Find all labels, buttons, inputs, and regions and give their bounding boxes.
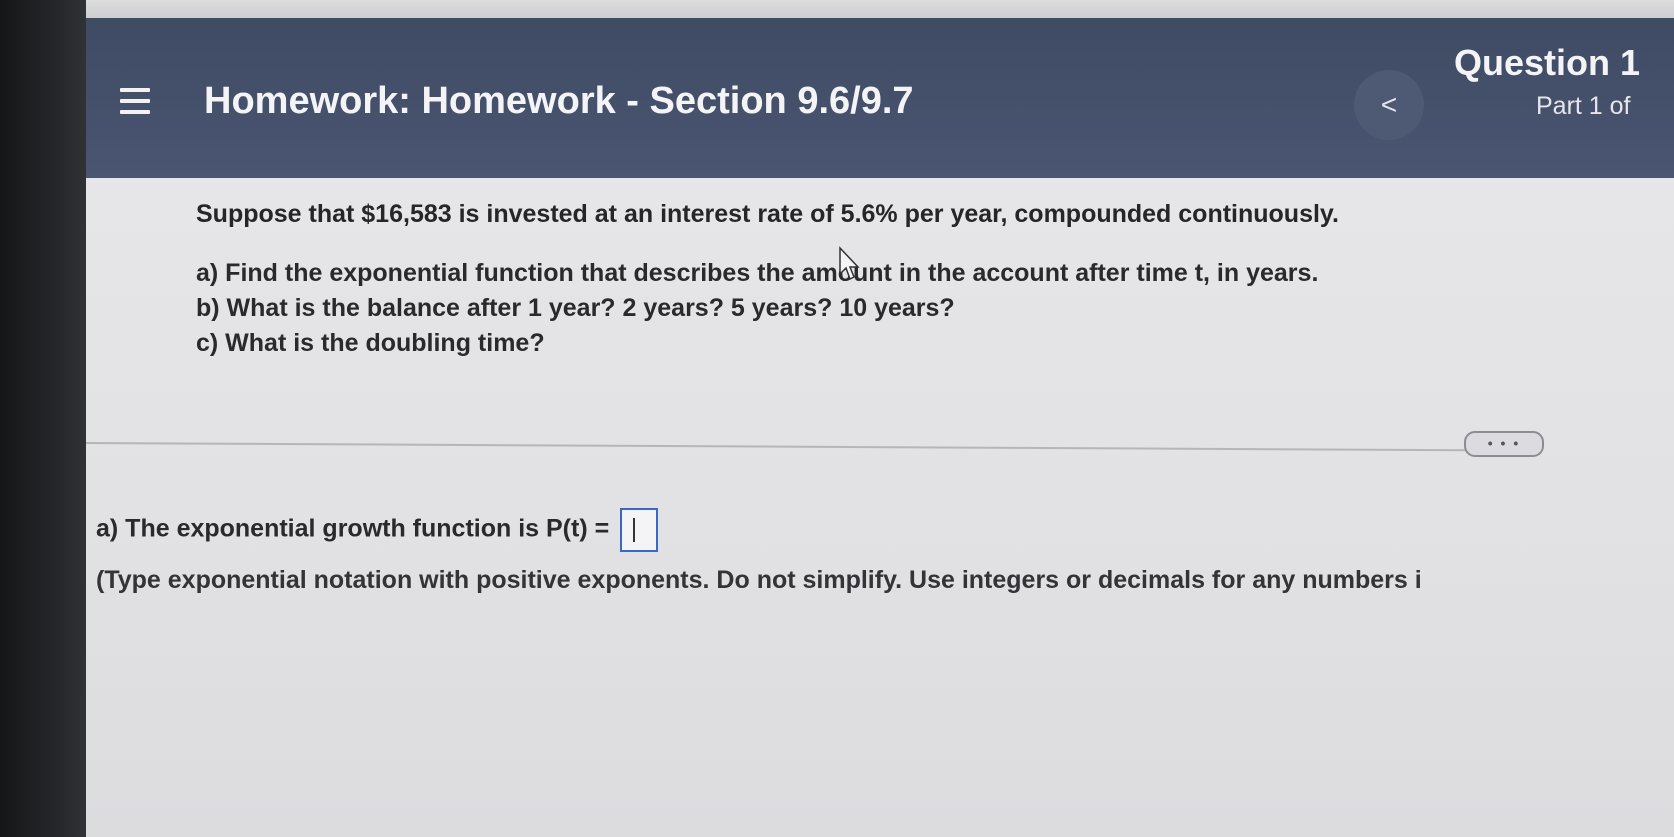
question-title: Question 1 xyxy=(1454,42,1641,83)
device-bezel-left xyxy=(0,0,86,837)
section-divider xyxy=(86,442,1466,452)
problem-part-a: a) Find the exponential function that de… xyxy=(196,259,1319,287)
device-bezel-top xyxy=(86,0,1674,18)
screen: Homework: Homework - Section 9.6/9.7 < Q… xyxy=(86,18,1674,837)
mouse-pointer-icon xyxy=(839,246,860,281)
answer-area: a) The exponential growth function is P(… xyxy=(96,508,1422,595)
answer-instruction: (Type exponential notation with positive… xyxy=(96,566,1422,594)
question-part-label: Part 1 of xyxy=(1536,92,1631,120)
problem-part-b: b) What is the balance after 1 year? 2 y… xyxy=(196,294,955,322)
problem-statement: Suppose that $16,583 is invested at an i… xyxy=(196,200,1636,364)
answer-line: a) The exponential growth function is P(… xyxy=(96,508,1422,552)
problem-intro: Suppose that $16,583 is invested at an i… xyxy=(196,200,1339,228)
expand-more-button[interactable]: • • • xyxy=(1464,431,1544,457)
previous-question-button[interactable]: < xyxy=(1354,70,1424,140)
problem-part-c: c) What is the doubling time? xyxy=(196,329,545,357)
header-bar: Homework: Homework - Section 9.6/9.7 < Q… xyxy=(86,18,1674,178)
answer-prompt: a) The exponential growth function is P(… xyxy=(96,514,610,543)
answer-input-box[interactable] xyxy=(620,508,659,552)
page-title: Homework: Homework - Section 9.6/9.7 xyxy=(204,80,914,122)
menu-icon[interactable] xyxy=(120,88,150,120)
text-caret xyxy=(633,518,636,542)
